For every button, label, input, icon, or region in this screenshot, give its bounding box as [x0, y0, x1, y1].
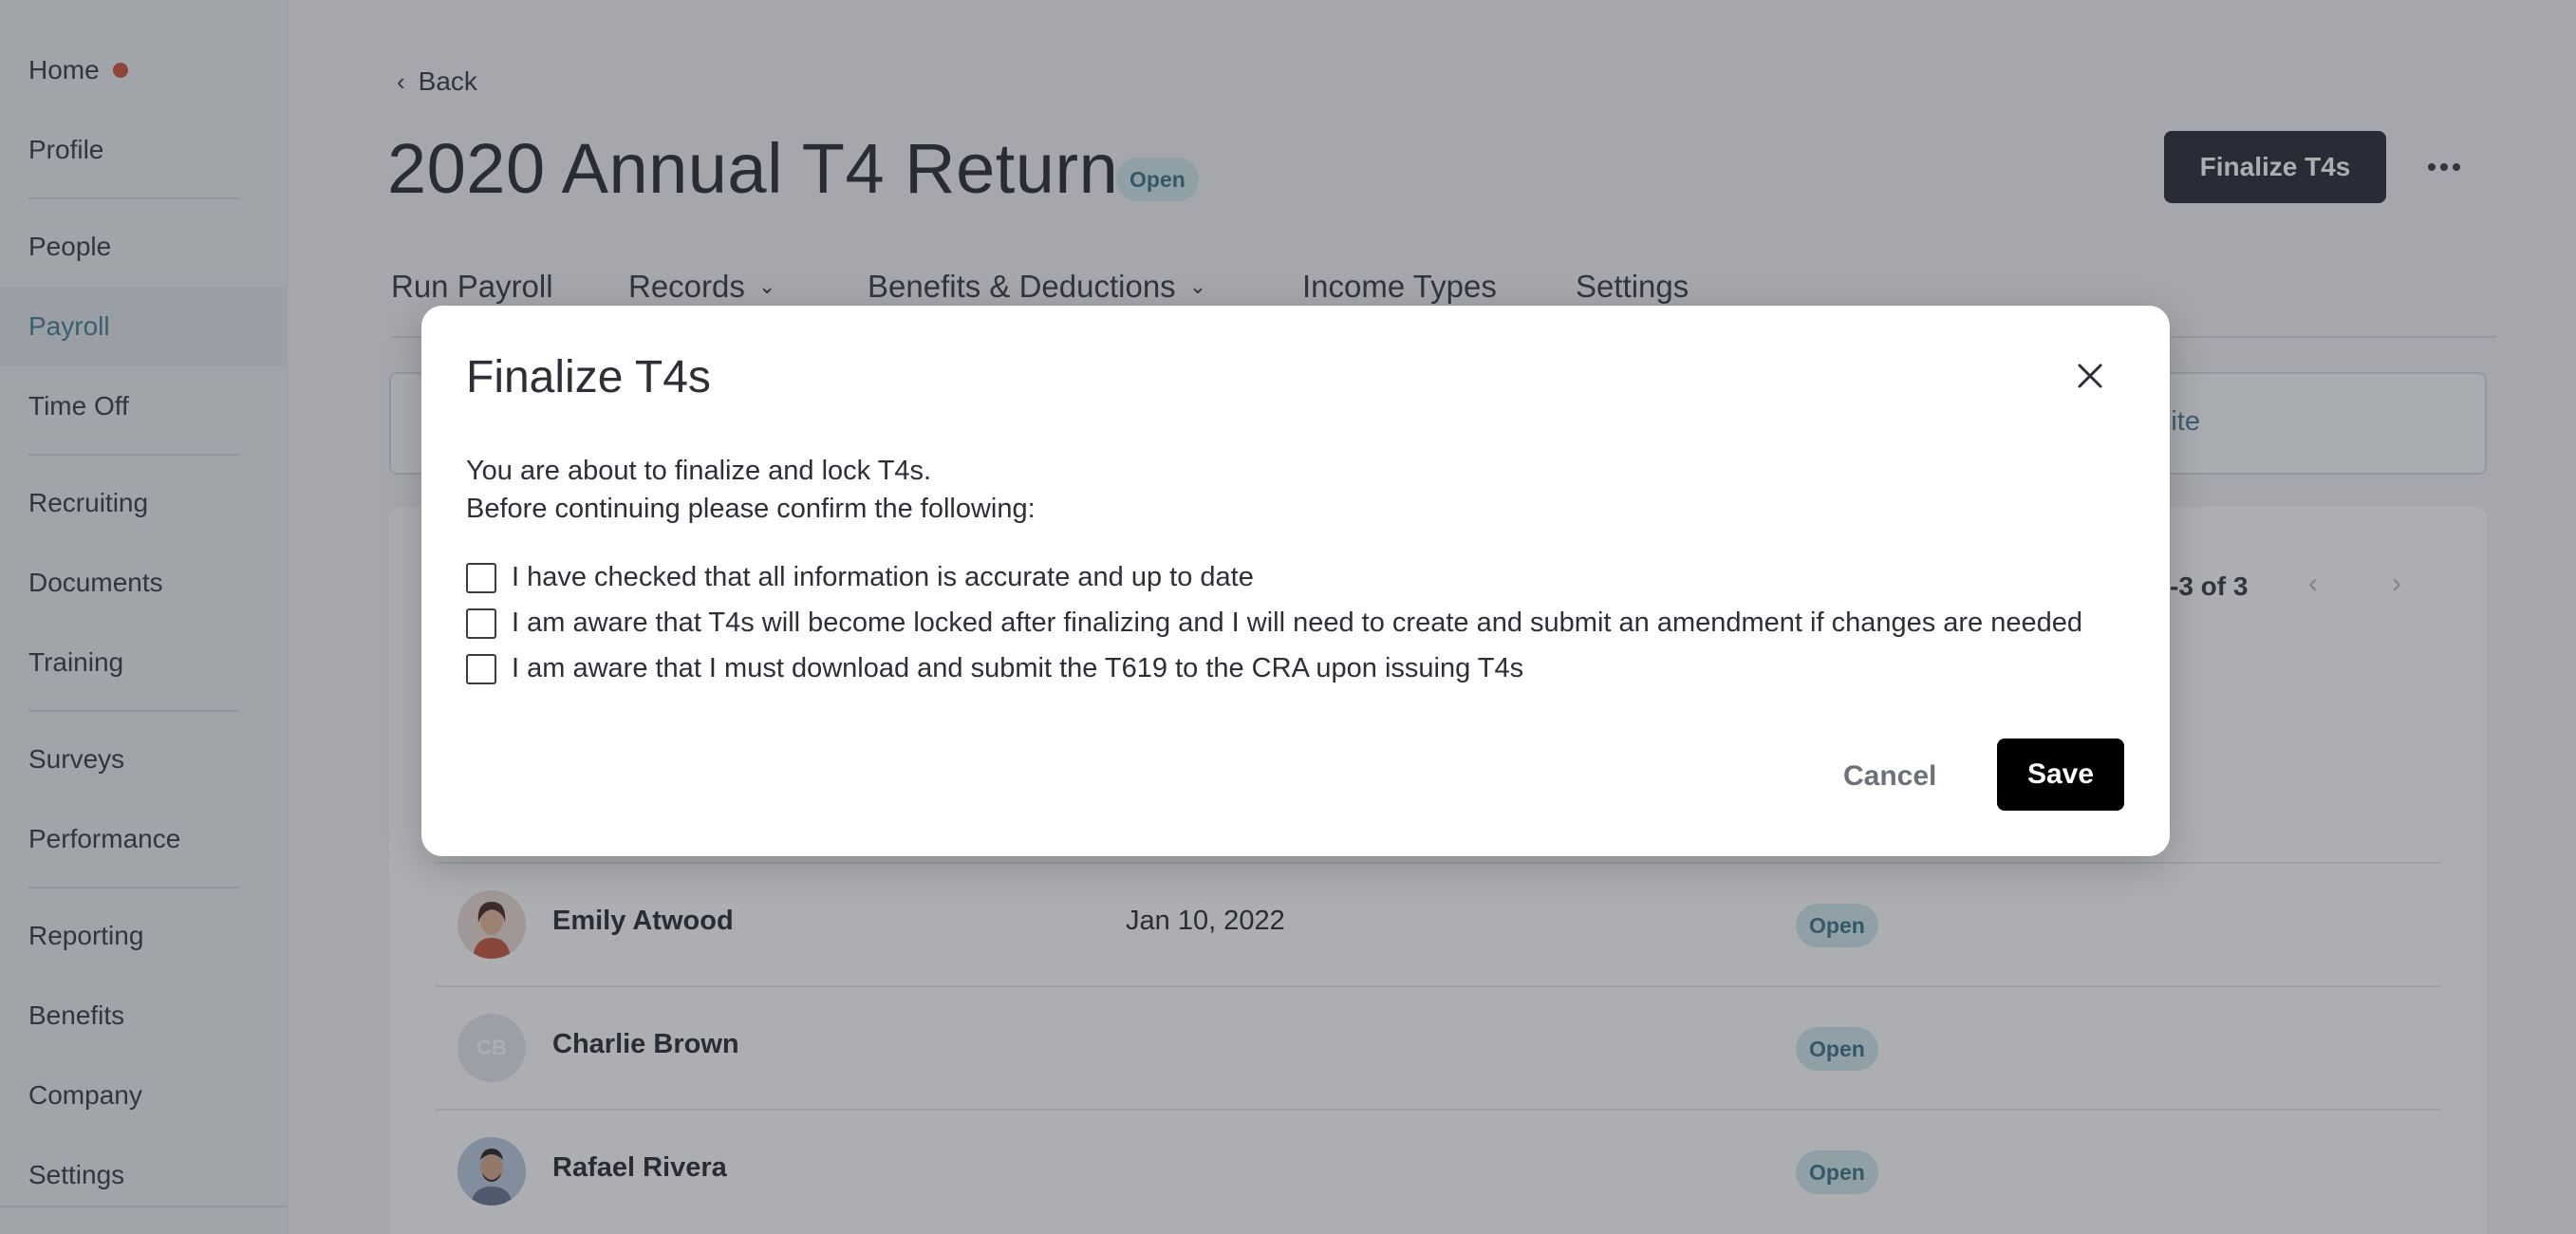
confirm-accuracy-checkbox[interactable]	[466, 562, 496, 593]
dialog-intro-line-1: You are about to finalize and lock T4s.	[466, 456, 932, 486]
checkbox-label: I have checked that all information is a…	[512, 562, 1254, 592]
confirm-t619-checkbox-row[interactable]: I am aware that I must download and subm…	[466, 653, 1523, 684]
confirm-accuracy-checkbox-row[interactable]: I have checked that all information is a…	[466, 562, 1254, 593]
finalize-t4s-dialog: Finalize T4s You are about to finalize a…	[421, 306, 2170, 856]
dialog-intro-line-2: Before continuing please confirm the fol…	[466, 494, 1036, 524]
confirm-t619-checkbox[interactable]	[466, 653, 496, 684]
checkbox-label: I am aware that I must download and subm…	[512, 653, 1524, 683]
confirm-locked-checkbox-row[interactable]: I am aware that T4s will become locked a…	[466, 608, 2082, 639]
cancel-button[interactable]: Cancel	[1843, 757, 1936, 795]
save-button[interactable]: Save	[1997, 739, 2124, 811]
confirm-locked-checkbox[interactable]	[466, 608, 496, 639]
checkbox-label: I am aware that T4s will become locked a…	[512, 608, 2083, 638]
close-icon[interactable]	[2071, 357, 2109, 395]
dialog-title: Finalize T4s	[466, 352, 711, 402]
